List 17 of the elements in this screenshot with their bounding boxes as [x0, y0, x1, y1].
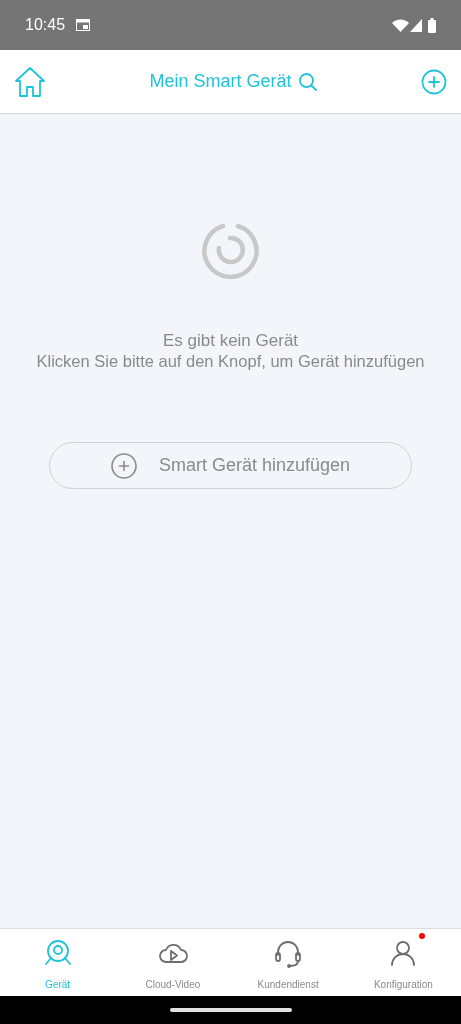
tab[interactable]: Konfiguration — [345, 929, 461, 996]
home-button[interactable] — [14, 64, 46, 99]
wifi-icon — [392, 18, 409, 32]
loading-spinner-icon — [201, 221, 260, 279]
battery-icon — [428, 17, 436, 33]
signal-icon — [410, 18, 422, 32]
page-title: Mein Smart Gerät — [149, 70, 292, 93]
tab[interactable]: Gerät — [0, 929, 116, 996]
empty-message: Klicken Sie bitte auf den Knopf, um Gerät hinzufügen — [36, 351, 425, 372]
tab[interactable]: Kundendienst — [230, 929, 346, 996]
plus-circle-icon — [110, 452, 137, 479]
tab[interactable]: Cloud-Video — [115, 929, 231, 996]
add-button[interactable] — [421, 68, 447, 95]
search-button[interactable] — [297, 71, 318, 92]
calendar-icon — [76, 19, 91, 31]
status-time: 10:45 — [25, 15, 66, 35]
empty-title: Es gibt kein Gerät — [162, 330, 299, 351]
